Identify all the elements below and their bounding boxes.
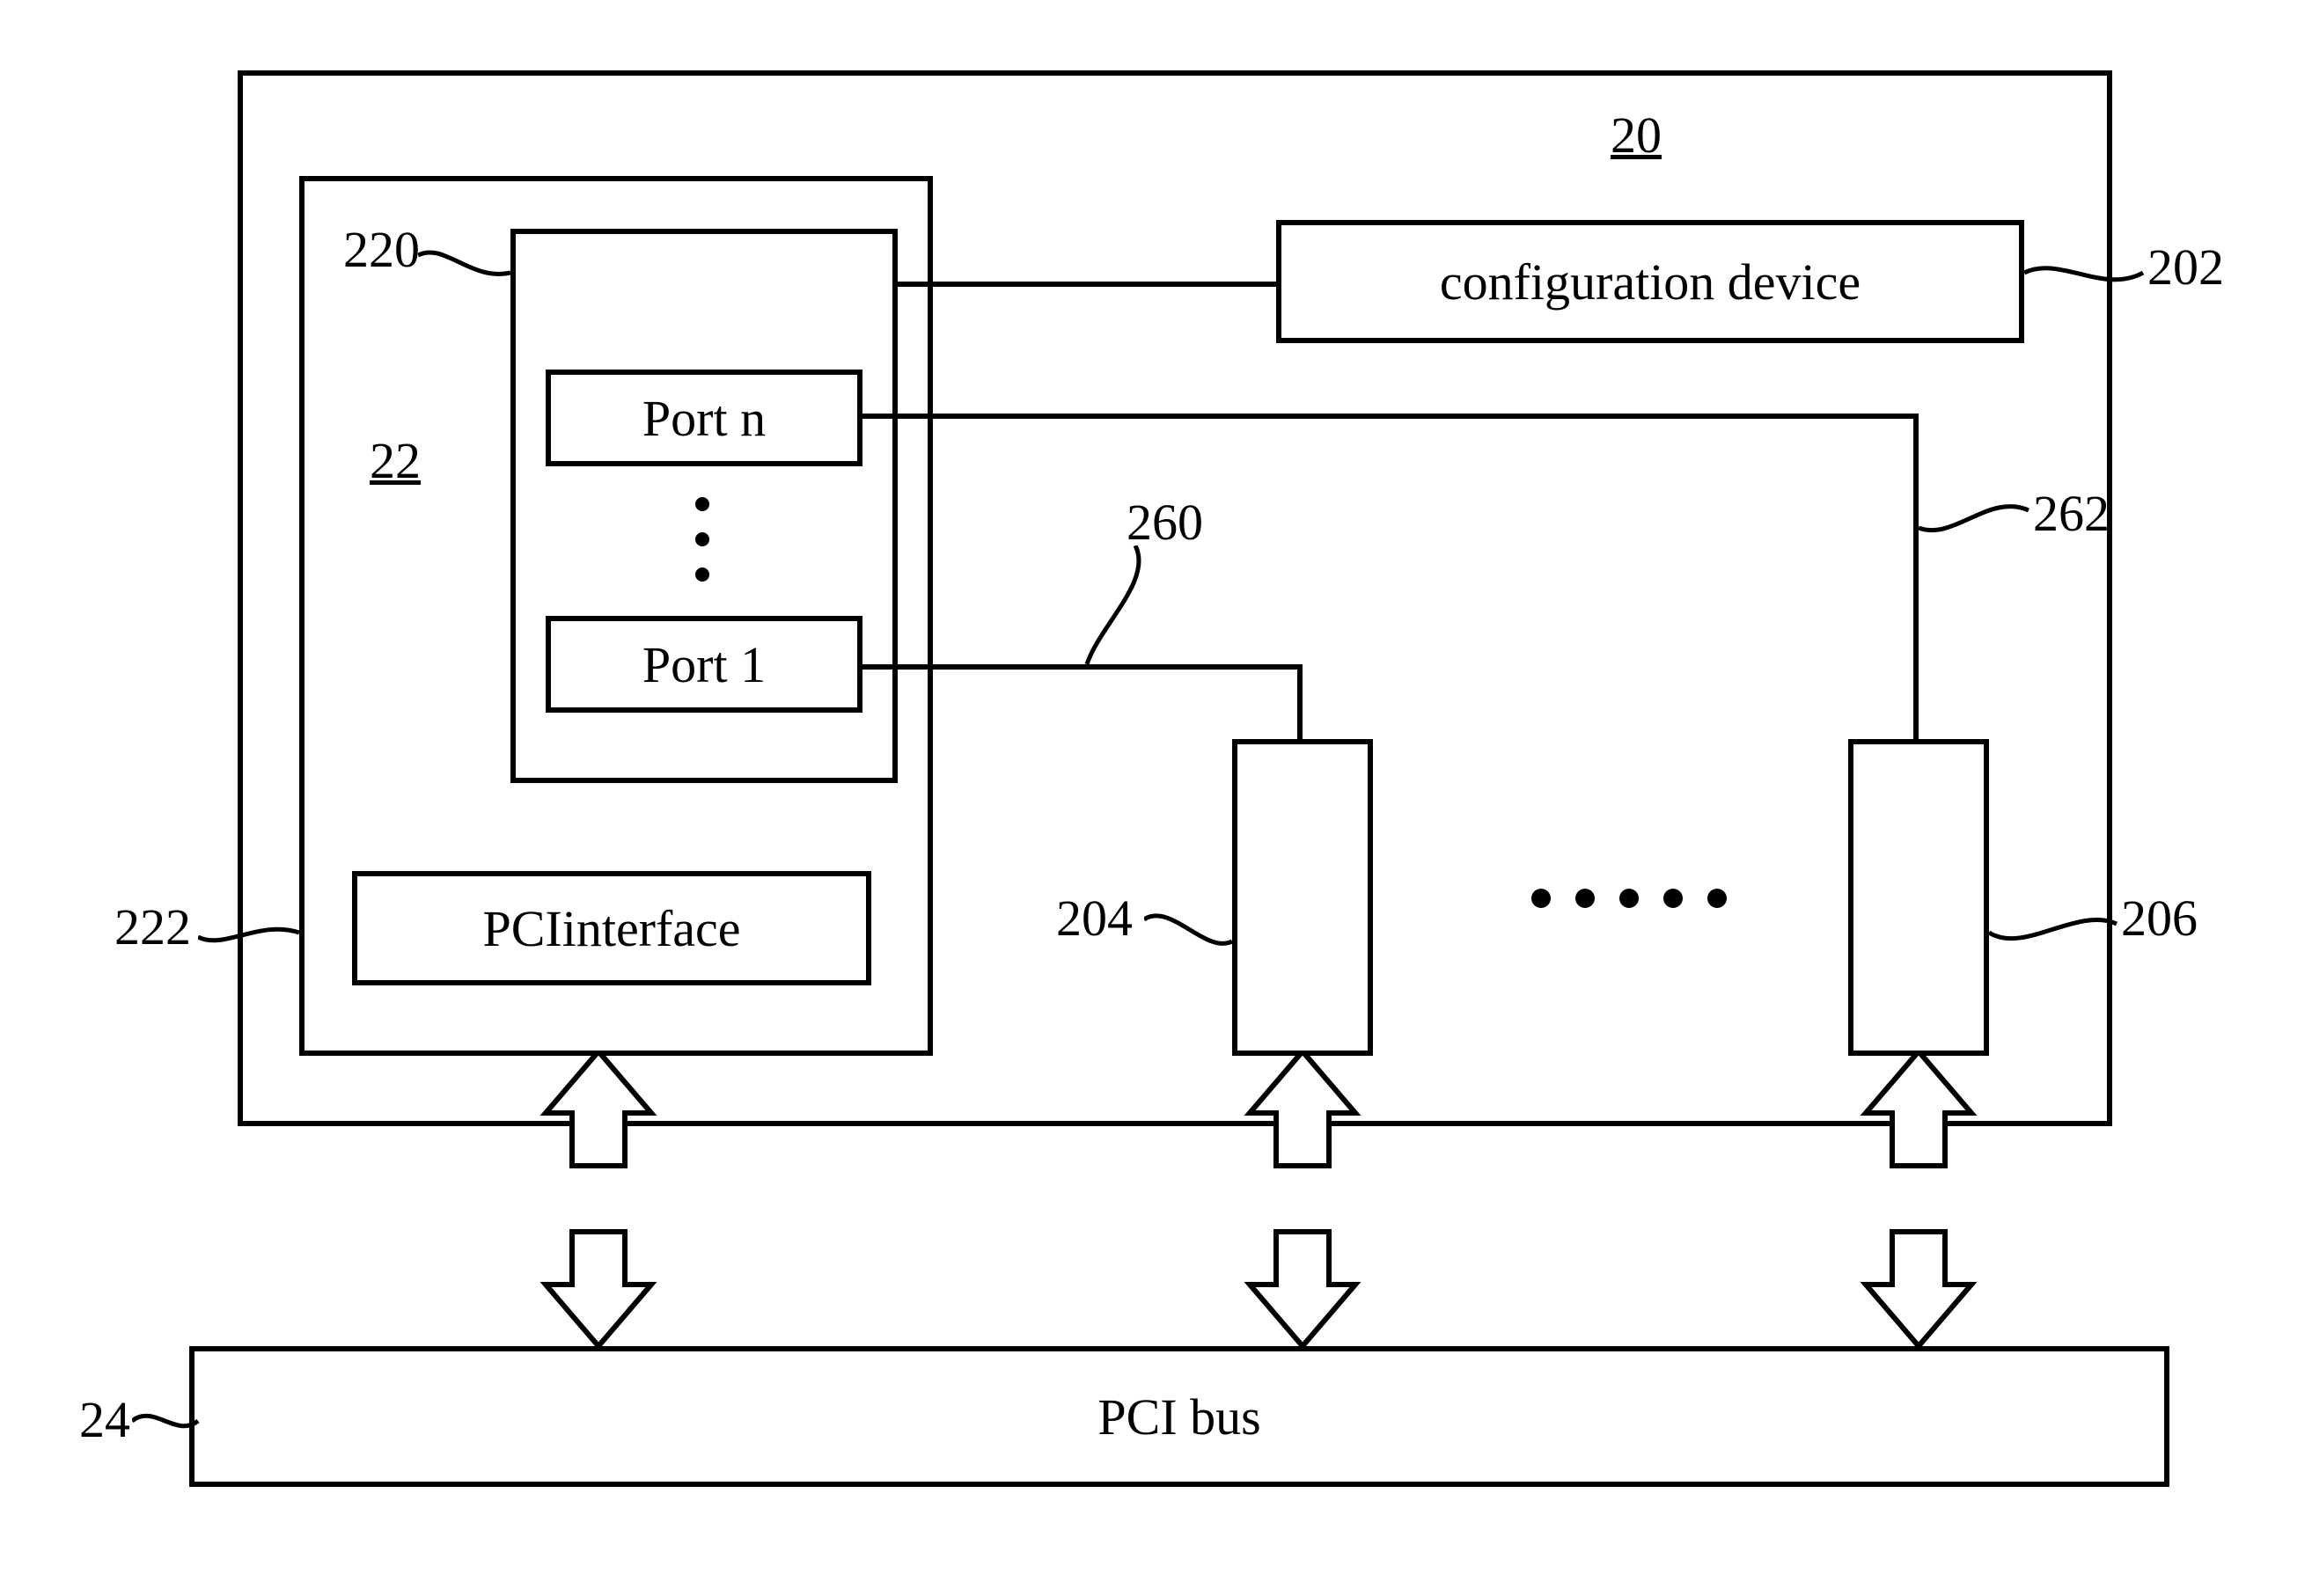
ref-262: 262 bbox=[2033, 484, 2110, 543]
wire-220-config bbox=[898, 282, 1276, 287]
double-arrow-icon bbox=[502, 1051, 695, 1355]
ref-204: 204 bbox=[1056, 889, 1133, 948]
leader-204 bbox=[1144, 906, 1241, 968]
ref-202: 202 bbox=[2147, 238, 2224, 297]
wire-portn-v bbox=[1913, 414, 1919, 739]
leader-260 bbox=[1083, 545, 1162, 669]
double-arrow-icon bbox=[1822, 1051, 2015, 1355]
hdots-icon bbox=[1531, 889, 1551, 908]
leader-262 bbox=[1919, 493, 2033, 545]
leader-202 bbox=[2024, 255, 2147, 299]
portn-label: Port n bbox=[642, 389, 766, 448]
double-arrow-icon bbox=[1206, 1051, 1399, 1355]
ref-22: 22 bbox=[370, 431, 421, 490]
port1-label: Port 1 bbox=[642, 635, 766, 694]
wire-portn-h bbox=[862, 414, 1919, 419]
pcibus-label: PCI bus bbox=[1097, 1387, 1260, 1446]
dots-icon bbox=[695, 532, 709, 546]
box-port1: Port 1 bbox=[546, 616, 862, 713]
box-206 bbox=[1848, 739, 1989, 1056]
hdots-icon bbox=[1575, 889, 1595, 908]
ref-20: 20 bbox=[1611, 106, 1662, 165]
box-portn: Port n bbox=[546, 370, 862, 466]
ref-206: 206 bbox=[2121, 889, 2198, 948]
wire-port1-v bbox=[1297, 664, 1303, 739]
config-label: configuration device bbox=[1440, 253, 1861, 311]
box-config: configuration device bbox=[1276, 220, 2024, 343]
ref-24: 24 bbox=[79, 1390, 130, 1449]
dots-icon bbox=[695, 497, 709, 511]
box-pciif: PCIinterface bbox=[352, 871, 871, 985]
pciif-label: PCIinterface bbox=[482, 899, 740, 958]
leader-222 bbox=[198, 915, 304, 959]
hdots-icon bbox=[1619, 889, 1639, 908]
ref-260: 260 bbox=[1127, 493, 1203, 552]
box-204 bbox=[1232, 739, 1373, 1056]
leader-24 bbox=[132, 1403, 202, 1447]
leader-206 bbox=[1989, 906, 2121, 959]
dots-icon bbox=[695, 567, 709, 582]
ref-222: 222 bbox=[114, 897, 191, 956]
leader-220 bbox=[418, 246, 524, 308]
hdots-icon bbox=[1663, 889, 1683, 908]
box-pcibus: PCI bus bbox=[189, 1346, 2169, 1487]
hdots-icon bbox=[1707, 889, 1727, 908]
ref-220: 220 bbox=[343, 220, 420, 279]
